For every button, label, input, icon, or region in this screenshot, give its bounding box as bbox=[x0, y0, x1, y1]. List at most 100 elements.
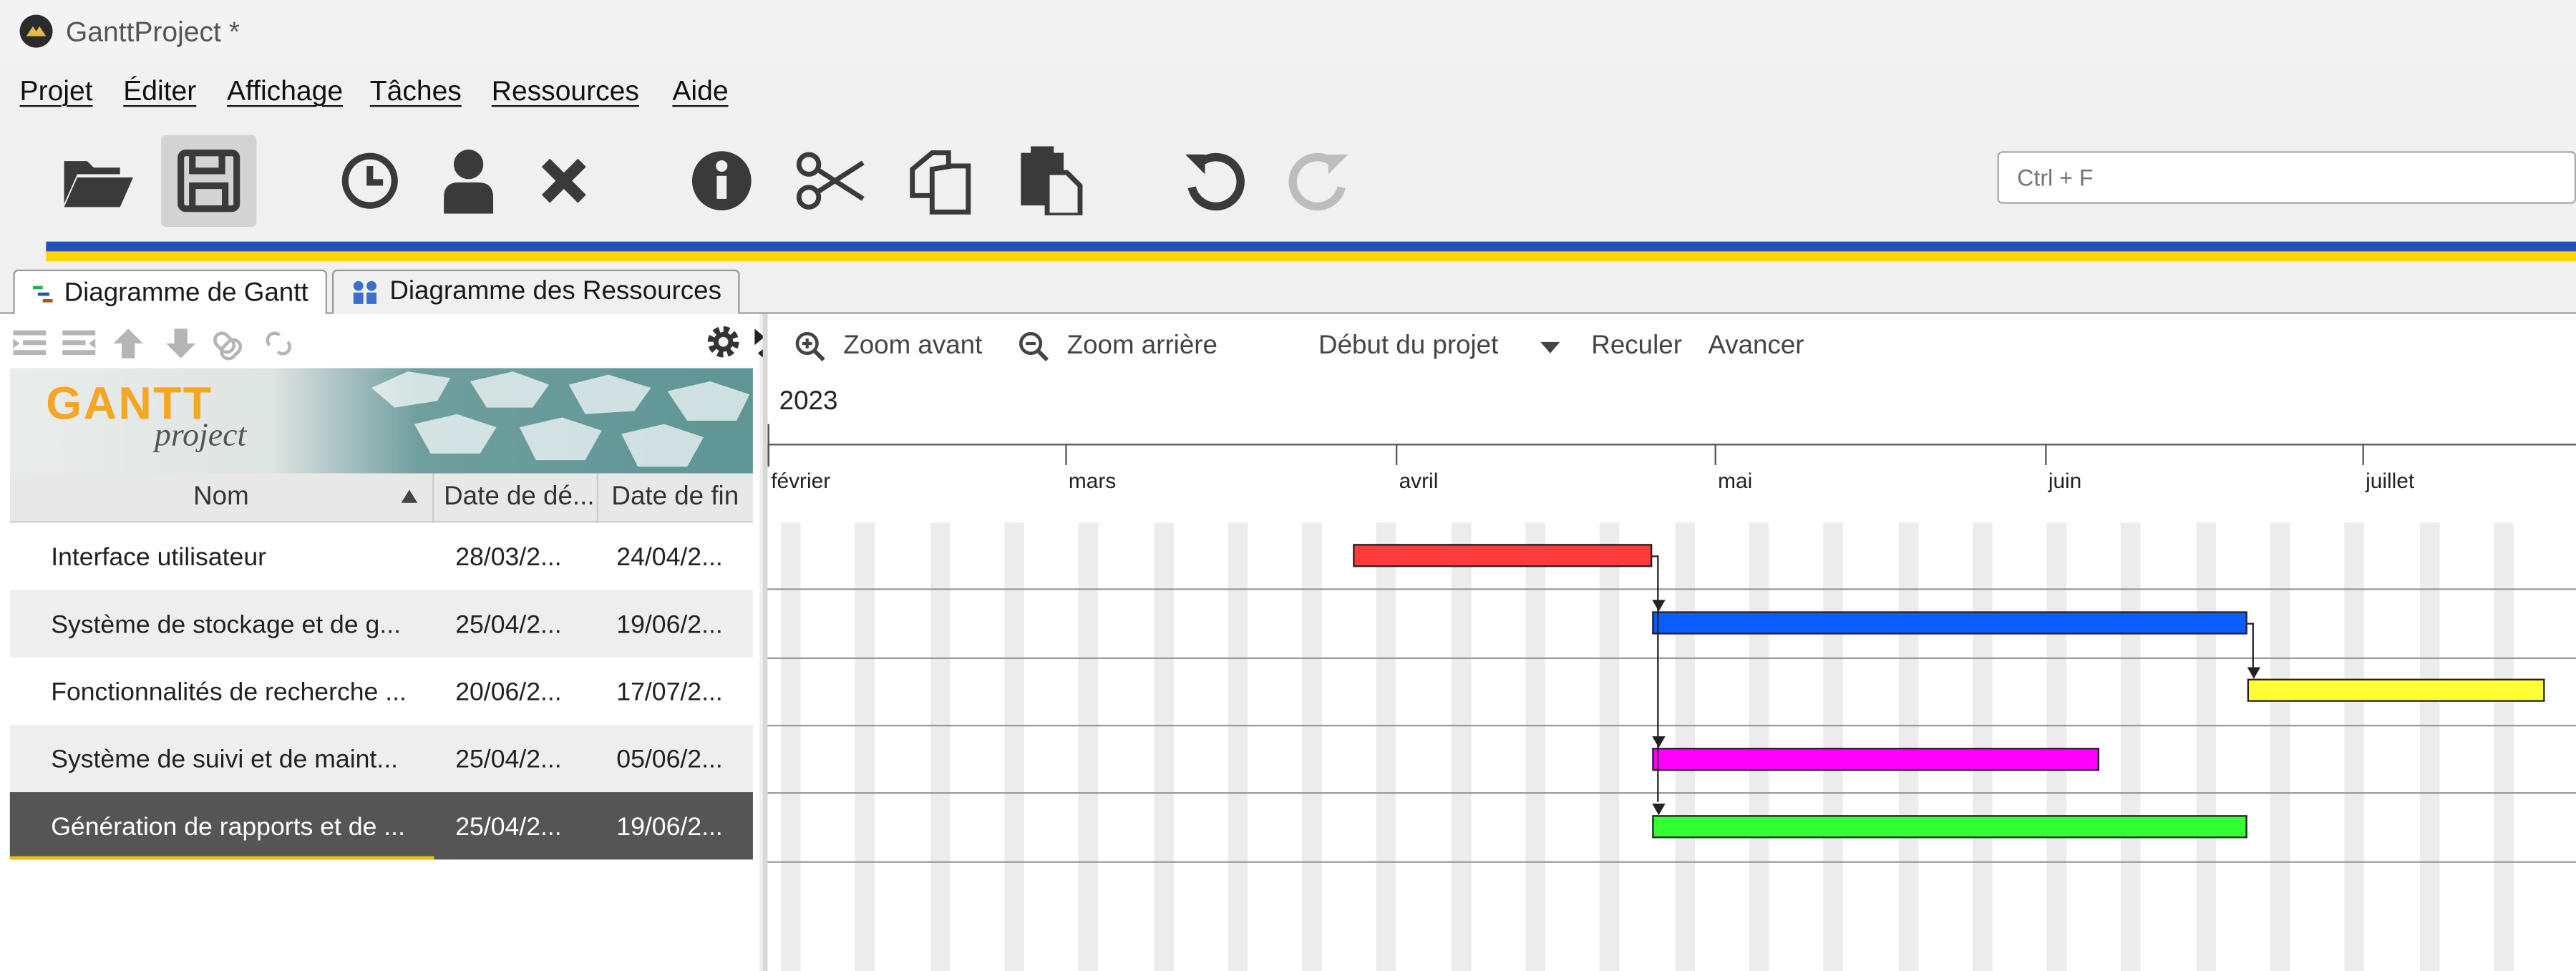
save-icon[interactable] bbox=[161, 135, 257, 227]
task-bar[interactable] bbox=[1652, 748, 2100, 771]
task-name: Interface utilisateur bbox=[51, 544, 267, 572]
month-tick bbox=[1395, 444, 1398, 465]
task-end-date: 19/06/2... bbox=[616, 813, 723, 841]
undo-icon[interactable] bbox=[1167, 135, 1263, 227]
redo-icon[interactable] bbox=[1270, 135, 1366, 227]
task-end-date: 17/07/2... bbox=[616, 678, 723, 707]
menu-editer[interactable]: Éditer bbox=[123, 76, 196, 109]
title-bar bbox=[0, 0, 2576, 63]
menu-bar: Projet Éditer Affichage Tâches Ressource… bbox=[0, 66, 2576, 118]
dependency-arrow bbox=[1651, 804, 1665, 816]
row-separator bbox=[767, 657, 2576, 660]
task-bar[interactable] bbox=[1353, 544, 1653, 567]
dependency-arrow bbox=[1651, 736, 1665, 748]
forward-button[interactable]: Avancer bbox=[1708, 332, 1804, 361]
task-tree-toolbar bbox=[10, 322, 750, 365]
zoom-out-icon bbox=[1019, 331, 1049, 362]
app-logo-icon bbox=[19, 14, 53, 48]
task-name: Système de stockage et de g... bbox=[51, 611, 402, 640]
move-down-icon[interactable] bbox=[171, 326, 208, 362]
dependency-line bbox=[1657, 555, 1659, 802]
row-separator bbox=[767, 792, 2576, 794]
menu-projet[interactable]: Projet bbox=[20, 76, 93, 109]
table-row[interactable]: Système de stockage et de g... 25/04/2..… bbox=[9, 590, 753, 658]
month-label: juillet bbox=[2366, 468, 2415, 494]
menu-aide[interactable]: Aide bbox=[672, 76, 728, 109]
menu-affichage[interactable]: Affichage bbox=[227, 76, 343, 109]
tab-resource-label: Diagramme des Ressources bbox=[389, 278, 721, 306]
logo-word-project: project bbox=[154, 417, 247, 454]
chevron-down-icon[interactable] bbox=[1540, 341, 1560, 355]
month-label: février bbox=[771, 468, 831, 494]
chart-toolbar: Zoom avant Zoom arrière Début du projet … bbox=[768, 317, 2576, 369]
month-tick bbox=[2045, 444, 2047, 465]
table-row[interactable]: Système de suivi et de maint... 25/04/2.… bbox=[9, 724, 753, 793]
scissors-icon[interactable] bbox=[782, 135, 878, 227]
timeline-axis bbox=[767, 444, 2576, 446]
task-end-date: 19/06/2... bbox=[616, 611, 723, 640]
row-separator bbox=[767, 588, 2576, 590]
back-button[interactable]: Reculer bbox=[1591, 332, 1682, 361]
menu-ressources[interactable]: Ressources bbox=[492, 76, 639, 109]
move-up-icon[interactable] bbox=[122, 326, 158, 362]
task-name: Génération de rapports et de ... bbox=[51, 813, 405, 841]
tab-resource-chart[interactable]: Diagramme des Ressources bbox=[331, 269, 740, 314]
tab-gantt-chart[interactable]: Diagramme de Gantt bbox=[13, 269, 326, 316]
copy-icon[interactable] bbox=[893, 135, 988, 227]
task-start-date: 20/06/2... bbox=[455, 678, 562, 707]
flag-stripe-blue bbox=[46, 241, 2576, 252]
dependency-arrow bbox=[1651, 600, 1665, 612]
month-label: avril bbox=[1399, 468, 1439, 494]
zoom-in-button[interactable]: Zoom avant bbox=[843, 332, 982, 361]
row-separator bbox=[767, 724, 2576, 727]
gantt-chart-panel bbox=[767, 313, 2576, 971]
task-bar[interactable] bbox=[2247, 678, 2545, 702]
column-header-end-label: Date de fin bbox=[611, 482, 739, 511]
dependency-line bbox=[2252, 623, 2254, 669]
gantt-project-logo: GANTT project bbox=[9, 368, 753, 474]
panel-splitter[interactable] bbox=[762, 313, 768, 971]
link-icon[interactable] bbox=[220, 326, 257, 362]
month-tick bbox=[1065, 444, 1067, 465]
month-label: mars bbox=[1068, 468, 1117, 494]
column-header-name-label: Nom bbox=[193, 482, 249, 511]
unlink-icon[interactable] bbox=[270, 326, 306, 362]
timeline-year: 2023 bbox=[779, 388, 838, 416]
month-tick bbox=[767, 444, 769, 465]
info-icon[interactable] bbox=[674, 135, 769, 227]
selection-underline bbox=[9, 856, 434, 860]
task-name: Système de suivi et de maint... bbox=[51, 746, 399, 774]
task-bar[interactable] bbox=[1652, 815, 2247, 839]
gear-icon[interactable] bbox=[704, 322, 743, 361]
menu-taches[interactable]: Tâches bbox=[370, 76, 462, 109]
task-bar[interactable] bbox=[1652, 611, 2247, 635]
month-label: mai bbox=[1718, 468, 1753, 494]
search-input[interactable] bbox=[1997, 151, 2576, 204]
column-header-start[interactable]: Date de dé... bbox=[434, 473, 599, 523]
people-icon bbox=[353, 280, 376, 304]
delete-icon[interactable] bbox=[516, 135, 611, 227]
zoom-out-button[interactable]: Zoom arrière bbox=[1067, 332, 1217, 361]
column-header-name[interactable]: Nom bbox=[9, 473, 434, 523]
task-start-date: 28/03/2... bbox=[455, 544, 562, 572]
column-header-end[interactable]: Date de fin bbox=[598, 473, 753, 523]
table-row-selected[interactable]: Génération de rapports et de ... 25/04/2… bbox=[9, 792, 753, 860]
table-row[interactable]: Fonctionnalités de recherche ... 20/06/2… bbox=[10, 658, 753, 725]
gantt-icon bbox=[32, 285, 53, 302]
table-row[interactable]: Interface utilisateur 28/03/2... 24/04/2… bbox=[10, 522, 753, 590]
task-name: Fonctionnalités de recherche ... bbox=[51, 678, 407, 707]
unindent-icon[interactable] bbox=[23, 326, 62, 362]
project-start-button[interactable]: Début du projet bbox=[1318, 332, 1498, 361]
paste-icon[interactable] bbox=[1003, 135, 1098, 227]
month-label: juin bbox=[2048, 468, 2082, 494]
task-end-date: 05/06/2... bbox=[616, 746, 723, 774]
flag-stripe-yellow bbox=[46, 251, 2576, 262]
open-folder-icon[interactable] bbox=[49, 135, 145, 227]
person-icon[interactable] bbox=[421, 135, 516, 227]
indent-icon[interactable] bbox=[72, 326, 112, 362]
dependency-arrow bbox=[2246, 667, 2260, 679]
task-start-date: 25/04/2... bbox=[455, 746, 562, 774]
clock-icon[interactable] bbox=[322, 135, 417, 227]
task-end-date: 24/04/2... bbox=[616, 544, 723, 572]
month-tick bbox=[1714, 444, 1716, 465]
